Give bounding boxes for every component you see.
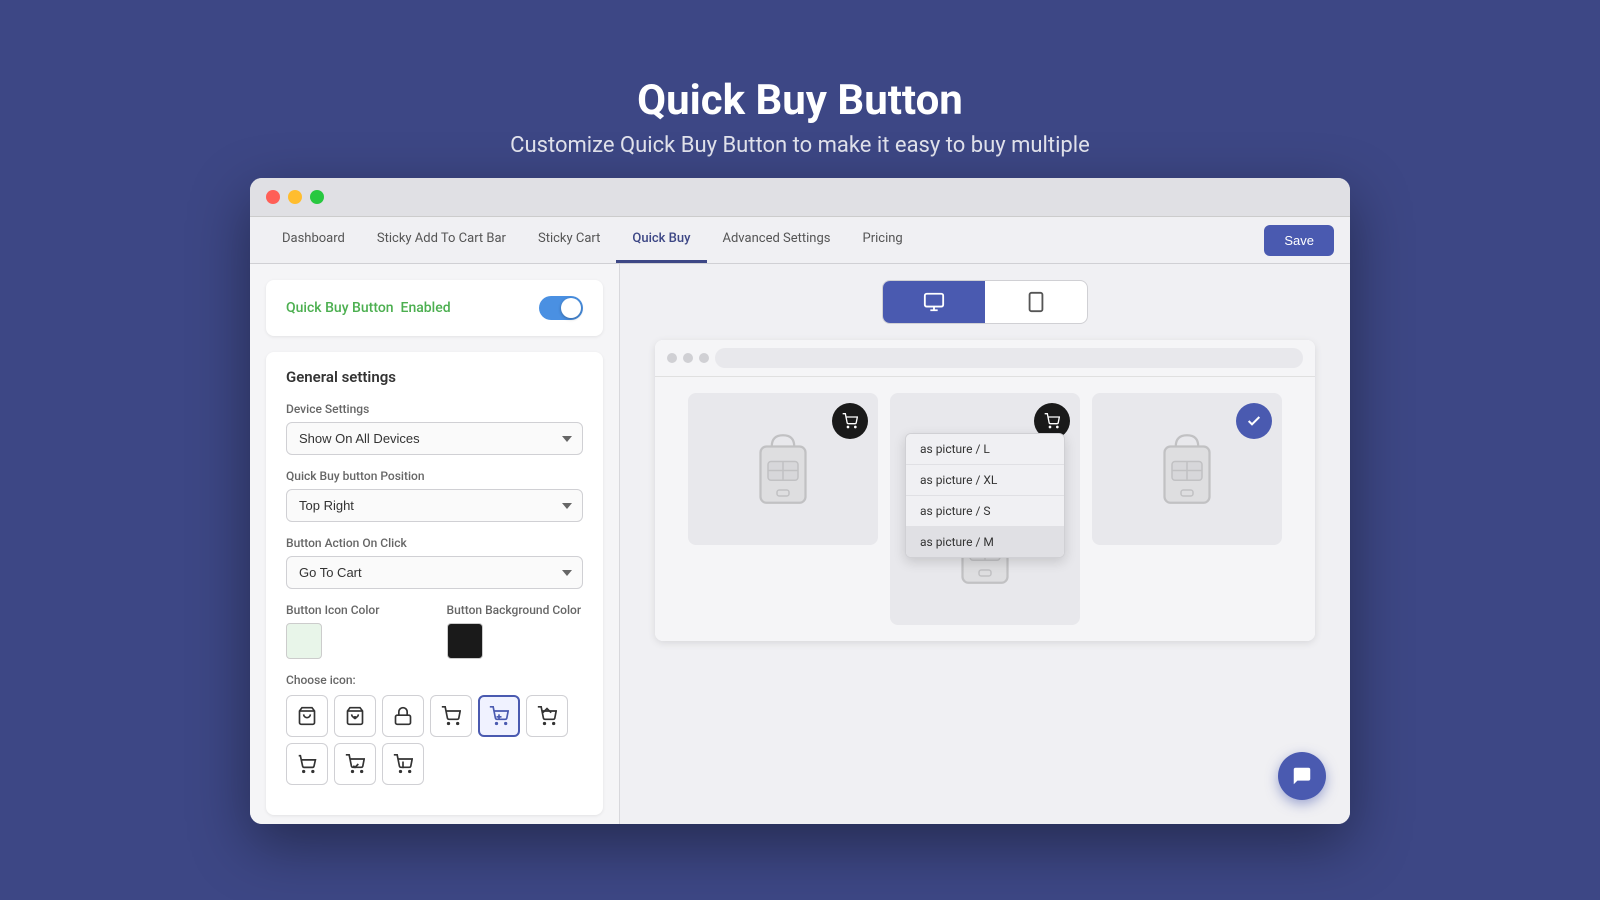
icon-btn-cart4[interactable] xyxy=(286,743,328,785)
nav-item-dashboard[interactable]: Dashboard xyxy=(266,217,361,263)
browser-dot-1 xyxy=(667,353,677,363)
nav-item-pricing[interactable]: Pricing xyxy=(847,217,919,263)
app-window: Dashboard Sticky Add To Cart Bar Sticky … xyxy=(250,178,1350,824)
device-settings-label: Device Settings xyxy=(286,402,583,416)
button-action-label: Button Action On Click xyxy=(286,536,583,550)
browser-dot-2 xyxy=(683,353,693,363)
icon-btn-cart2[interactable] xyxy=(478,695,520,737)
bg-color-field: Button Background Color xyxy=(447,603,584,659)
product-card-1 xyxy=(688,393,878,545)
nav-bar: Dashboard Sticky Add To Cart Bar Sticky … xyxy=(250,217,1350,264)
icon-color-swatch[interactable] xyxy=(286,623,322,659)
browser-preview: as picture / L as picture / XL as pictur… xyxy=(655,340,1315,641)
device-settings-field: Device Settings Show On All Devices Desk… xyxy=(286,402,583,455)
minimize-button[interactable] xyxy=(288,190,302,204)
product-image-1 xyxy=(723,409,843,529)
main-content: Quick Buy Button Enabled General setting… xyxy=(250,264,1350,824)
browser-bar xyxy=(655,340,1315,377)
button-action-select[interactable]: Go To Cart Open Cart Drawer Open Mini Ca… xyxy=(286,556,583,589)
choose-icon-field: Choose icon: xyxy=(286,673,583,785)
choose-icon-label: Choose icon: xyxy=(286,673,583,687)
nav-item-advanced-settings[interactable]: Advanced Settings xyxy=(707,217,847,263)
variant-option-xl[interactable]: as picture / XL xyxy=(906,465,1064,496)
icon-color-swatch-wrapper xyxy=(286,623,423,659)
quick-buy-toggle-card: Quick Buy Button Enabled xyxy=(266,280,603,336)
right-panel: as picture / L as picture / XL as pictur… xyxy=(620,264,1350,824)
check-float-btn-3[interactable] xyxy=(1236,403,1272,439)
save-button[interactable]: Save xyxy=(1264,225,1334,256)
product-card-2: as picture / L as picture / XL as pictur… xyxy=(890,393,1080,625)
icon-btn-cart6[interactable] xyxy=(382,743,424,785)
page-subtitle: Customize Quick Buy Button to make it ea… xyxy=(510,133,1090,158)
nav-item-sticky-cart[interactable]: Sticky Cart xyxy=(522,217,616,263)
icon-btn-bag1[interactable] xyxy=(286,695,328,737)
chat-widget[interactable] xyxy=(1278,752,1326,800)
product-card-3 xyxy=(1092,393,1282,545)
products-preview: as picture / L as picture / XL as pictur… xyxy=(655,377,1315,641)
button-position-field: Quick Buy button Position Top Right Top … xyxy=(286,469,583,522)
variant-option-s[interactable]: as picture / S xyxy=(906,496,1064,527)
variant-option-l[interactable]: as picture / L xyxy=(906,434,1064,465)
page-title: Quick Buy Button xyxy=(510,76,1090,125)
icon-btn-cart5[interactable] xyxy=(334,743,376,785)
browser-url-bar xyxy=(715,348,1303,368)
mobile-tab[interactable] xyxy=(985,281,1087,323)
desktop-tab[interactable] xyxy=(883,281,985,323)
device-settings-select[interactable]: Show On All Devices Desktop Only Mobile … xyxy=(286,422,583,455)
icon-btn-lock-bag[interactable] xyxy=(382,695,424,737)
page-header: Quick Buy Button Customize Quick Buy But… xyxy=(510,76,1090,158)
section-title: General settings xyxy=(286,368,583,386)
bg-color-swatch-wrapper xyxy=(447,623,584,659)
browser-dot-3 xyxy=(699,353,709,363)
button-action-field: Button Action On Click Go To Cart Open C… xyxy=(286,536,583,589)
product-image-3 xyxy=(1127,409,1247,529)
variant-dropdown: as picture / L as picture / XL as pictur… xyxy=(905,433,1065,558)
nav-item-quick-buy[interactable]: Quick Buy xyxy=(616,217,706,263)
button-position-label: Quick Buy button Position xyxy=(286,469,583,483)
icon-btn-cart1[interactable] xyxy=(430,695,472,737)
icon-btn-bag2[interactable] xyxy=(334,695,376,737)
bg-color-swatch[interactable] xyxy=(447,623,483,659)
close-button[interactable] xyxy=(266,190,280,204)
general-settings-section: General settings Device Settings Show On… xyxy=(266,352,603,815)
nav-item-sticky-add-to-cart[interactable]: Sticky Add To Cart Bar xyxy=(361,217,522,263)
icon-color-label: Button Icon Color xyxy=(286,603,423,617)
maximize-button[interactable] xyxy=(310,190,324,204)
window-titlebar xyxy=(250,178,1350,217)
icon-grid xyxy=(286,695,583,785)
color-row: Button Icon Color Button Background Colo… xyxy=(286,603,583,659)
cart-float-btn-1[interactable] xyxy=(832,403,868,439)
bg-color-label: Button Background Color xyxy=(447,603,584,617)
toggle-label: Quick Buy Button Enabled xyxy=(286,300,451,316)
device-tabs xyxy=(882,280,1088,324)
button-position-select[interactable]: Top Right Top Left Bottom Right Bottom L… xyxy=(286,489,583,522)
left-panel: Quick Buy Button Enabled General setting… xyxy=(250,264,620,824)
quick-buy-toggle[interactable] xyxy=(539,296,583,320)
icon-color-field: Button Icon Color xyxy=(286,603,423,659)
variant-option-m[interactable]: as picture / M xyxy=(906,527,1064,557)
icon-btn-cart3[interactable] xyxy=(526,695,568,737)
